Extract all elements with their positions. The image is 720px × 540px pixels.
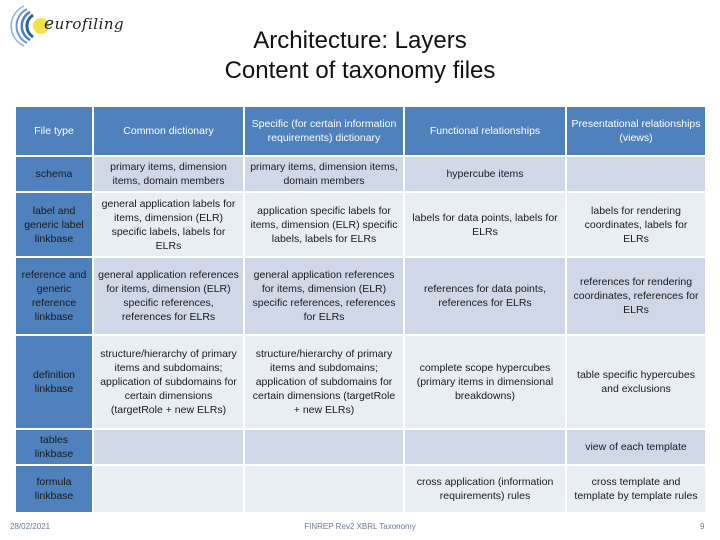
- cell-common-dictionary: structure/hierarchy of primary items and…: [94, 336, 243, 428]
- cell-common-dictionary: general application labels for items, di…: [94, 193, 243, 256]
- cell-presentational-relationships: view of each template: [567, 430, 705, 464]
- table-row: formula linkbase cross application (info…: [16, 466, 705, 512]
- cell-functional-relationships: cross application (information requireme…: [405, 466, 565, 512]
- cell-functional-relationships: references for data points, references f…: [405, 258, 565, 334]
- page-number: 9: [700, 522, 705, 531]
- cell-presentational-relationships: cross template and template by template …: [567, 466, 705, 512]
- header-functional-relationships: Functional relationships: [405, 107, 565, 155]
- eurofiling-logo: eurofiling: [4, 2, 124, 48]
- row-file-type: formula linkbase: [16, 466, 92, 512]
- cell-common-dictionary: [94, 466, 243, 512]
- cell-presentational-relationships: table specific hypercubes and exclusions: [567, 336, 705, 428]
- table-row: definition linkbase structure/hierarchy …: [16, 336, 705, 428]
- cell-common-dictionary: primary items, dimension items, domain m…: [94, 157, 243, 191]
- header-common-dictionary: Common dictionary: [94, 107, 243, 155]
- row-file-type: definition linkbase: [16, 336, 92, 428]
- table-row: tables linkbase view of each template: [16, 430, 705, 464]
- table-header-row: File type Common dictionary Specific (fo…: [16, 107, 705, 155]
- cell-specific-dictionary: structure/hierarchy of primary items and…: [245, 336, 403, 428]
- cell-presentational-relationships: labels for rendering coordinates, labels…: [567, 193, 705, 256]
- cell-common-dictionary: [94, 430, 243, 464]
- cell-specific-dictionary: general application references for items…: [245, 258, 403, 334]
- row-file-type: reference and generic reference linkbase: [16, 258, 92, 334]
- row-file-type: schema: [16, 157, 92, 191]
- cell-specific-dictionary: application specific labels for items, d…: [245, 193, 403, 256]
- cell-functional-relationships: labels for data points, labels for ELRs: [405, 193, 565, 256]
- header-file-type: File type: [16, 107, 92, 155]
- table-row: reference and generic reference linkbase…: [16, 258, 705, 334]
- title-line-1: Architecture: Layers: [253, 27, 467, 54]
- footer-title: FINREP Rev2 XBRL Taxonomy: [304, 522, 416, 531]
- table-row: label and generic label linkbase general…: [16, 193, 705, 256]
- taxonomy-content-table: File type Common dictionary Specific (fo…: [14, 105, 707, 514]
- logo-text: eurofiling: [44, 14, 125, 34]
- cell-functional-relationships: hypercube items: [405, 157, 565, 191]
- title-line-2: Content of taxonomy files: [224, 57, 496, 84]
- row-file-type: label and generic label linkbase: [16, 193, 92, 256]
- header-specific-dictionary: Specific (for certain information requir…: [245, 107, 403, 155]
- cell-functional-relationships: [405, 430, 565, 464]
- cell-specific-dictionary: [245, 466, 403, 512]
- table-row: schema primary items, dimension items, d…: [16, 157, 705, 191]
- cell-specific-dictionary: primary items, dimension items, domain m…: [245, 157, 403, 191]
- footer-date: 28/02/2021: [10, 522, 51, 531]
- cell-functional-relationships: complete scope hypercubes (primary items…: [405, 336, 565, 428]
- cell-specific-dictionary: [245, 430, 403, 464]
- cell-presentational-relationships: [567, 157, 705, 191]
- slide-title: Architecture: Layers Content of taxonomy…: [150, 26, 570, 86]
- row-file-type: tables linkbase: [16, 430, 92, 464]
- cell-presentational-relationships: references for rendering coordinates, re…: [567, 258, 705, 334]
- cell-common-dictionary: general application references for items…: [94, 258, 243, 334]
- header-presentational-relationships: Presentational relationships (views): [567, 107, 705, 155]
